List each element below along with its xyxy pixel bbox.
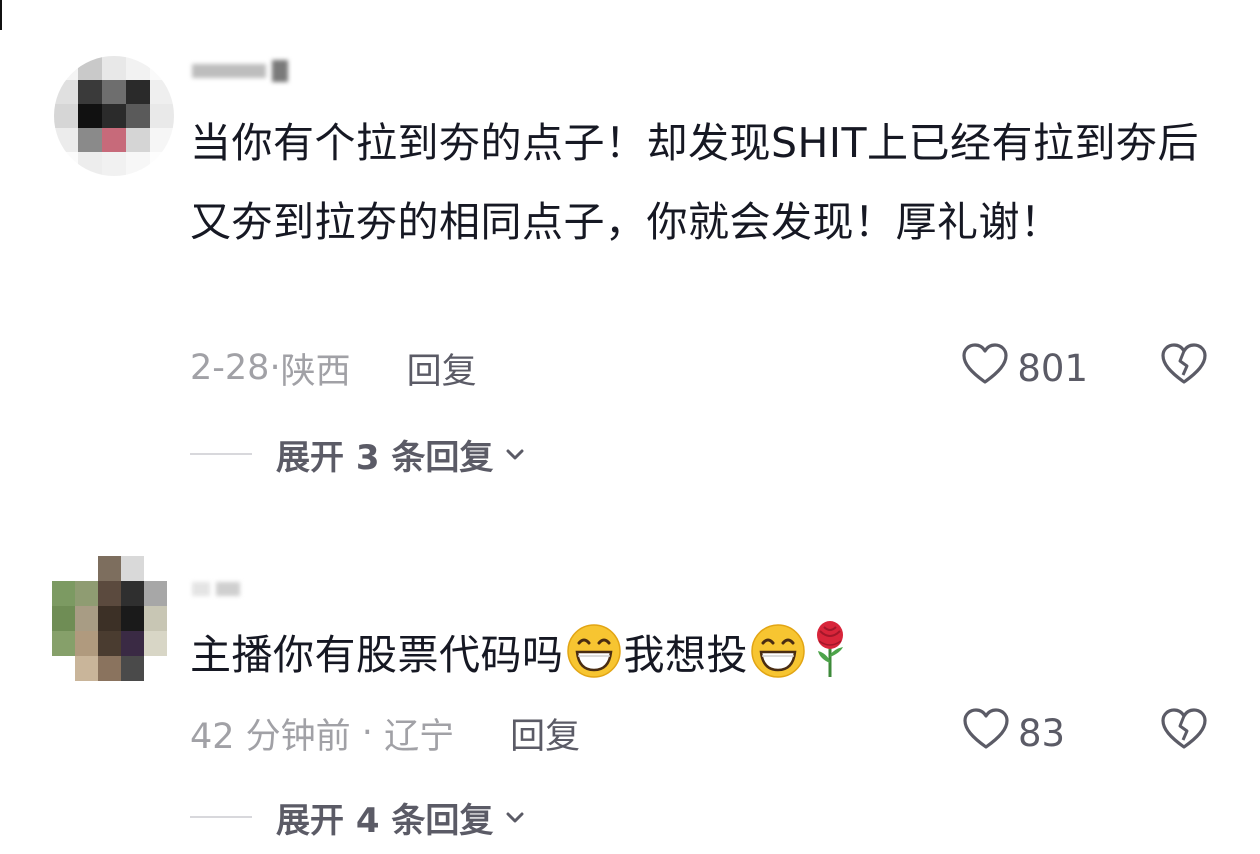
grinning-face-emoji (750, 623, 806, 679)
blurred-name (192, 64, 266, 78)
comment-section: 当你有个拉到夯的点子！却发现SHIT上已经有拉到夯后又夯到拉夯的相同点子，你就会… (0, 0, 1260, 854)
comment-text: 主播你有股票代码吗 我想投 (190, 616, 1220, 695)
like-button[interactable]: 83 (962, 707, 1088, 760)
chevron-down-icon (503, 805, 527, 829)
meta-separator: · (350, 713, 385, 753)
heart-outline-icon (962, 707, 1010, 760)
divider-line (190, 453, 252, 455)
comment-meta: 2-28 · 陕西 回复 (190, 343, 477, 393)
like-count: 83 (1018, 711, 1066, 755)
username-blurred[interactable] (192, 576, 240, 602)
comment-text-part: 我想投 (623, 631, 748, 679)
comment-date: 42 分钟前 (190, 716, 351, 757)
like-button[interactable]: 801 (961, 342, 1088, 395)
comment-location: 陕西 (280, 351, 351, 392)
comment-text: 当你有个拉到夯的点子！却发现SHIT上已经有拉到夯后又夯到拉夯的相同点子，你就会… (190, 119, 1199, 246)
username-blurred[interactable] (192, 58, 288, 84)
comment-actions: 83 (962, 707, 1208, 760)
expand-replies-label: 展开 3 条回复 (276, 437, 494, 478)
meta-separator: · (269, 348, 281, 388)
expand-replies-button[interactable]: 展开 3 条回复 (190, 429, 527, 479)
comment-text-part: 主播你有股票代码吗 (190, 631, 564, 679)
dislike-button[interactable] (1160, 342, 1208, 395)
expand-replies-button[interactable]: 展开 4 条回复 (190, 792, 527, 842)
comment-actions: 801 (961, 342, 1208, 395)
avatar[interactable] (54, 56, 174, 176)
comment-location: 辽宁 (384, 716, 455, 757)
blurred-name (272, 60, 288, 82)
broken-heart-icon (1160, 707, 1208, 760)
blurred-name (216, 582, 240, 596)
heart-outline-icon (961, 342, 1009, 395)
like-count: 801 (1017, 346, 1088, 390)
edge-artifact (0, 0, 2, 30)
reply-button[interactable]: 回复 (407, 343, 477, 394)
reply-button[interactable]: 回复 (510, 708, 580, 759)
comment-meta: 42 分钟前 · 辽宁 回复 (190, 708, 580, 758)
divider-line (190, 816, 252, 818)
comment-date: 2-28 (190, 348, 270, 388)
dislike-button[interactable] (1160, 707, 1208, 760)
broken-heart-icon (1160, 342, 1208, 395)
avatar[interactable] (52, 556, 167, 681)
rose-emoji (810, 619, 850, 679)
blurred-name (192, 582, 210, 596)
grinning-face-emoji (566, 623, 622, 679)
expand-replies-label: 展开 4 条回复 (276, 800, 494, 841)
chevron-down-icon (503, 442, 527, 466)
